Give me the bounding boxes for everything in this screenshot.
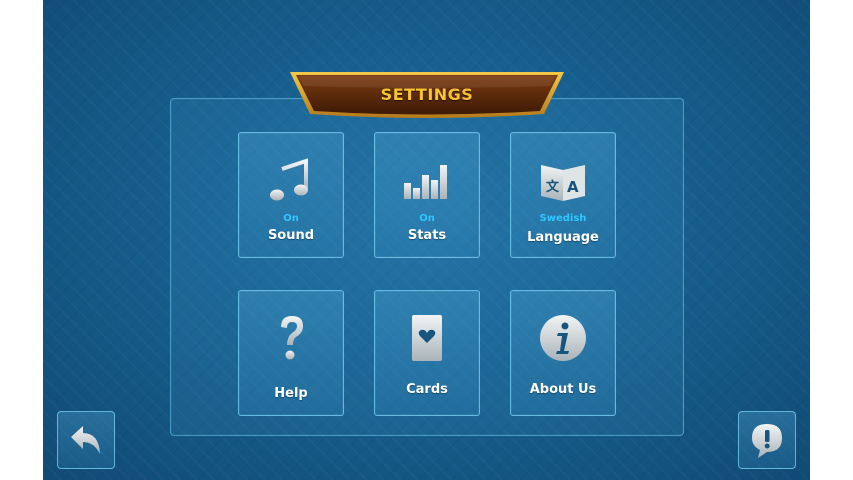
sound-label: Sound (267, 228, 315, 243)
help-tile[interactable]: Help (238, 290, 344, 416)
about-us-tile[interactable]: About Us (510, 290, 616, 416)
card-heart-icon (412, 315, 442, 361)
language-tile[interactable]: 文 A Swedish Language (510, 132, 616, 258)
game-screen: SETTINGS On Sound On Stats 文 A Swedish L… (43, 0, 810, 480)
feedback-button[interactable] (738, 411, 796, 469)
question-mark-icon (281, 316, 303, 360)
title-banner: SETTINGS (288, 70, 566, 120)
feedback-bubble-icon (752, 424, 782, 458)
sound-tile[interactable]: On Sound (238, 132, 344, 258)
stats-status: On (419, 213, 435, 224)
language-label: Language (527, 230, 599, 245)
language-status: Swedish (539, 213, 587, 224)
bar-chart-icon (404, 165, 447, 199)
back-button[interactable] (57, 411, 115, 469)
language-icon: 文 A (541, 165, 585, 201)
back-arrow-icon (71, 426, 100, 454)
cards-label: Cards (406, 382, 448, 397)
stats-tile[interactable]: On Stats (374, 132, 480, 258)
help-label: Help (274, 386, 308, 401)
info-icon (540, 315, 586, 361)
svg-text:文: 文 (546, 179, 560, 195)
stats-label: Stats (407, 228, 447, 243)
sound-status: On (283, 213, 299, 224)
about-us-label: About Us (529, 382, 597, 397)
svg-text:A: A (567, 178, 579, 196)
page-title: SETTINGS (380, 85, 474, 104)
cards-tile[interactable]: Cards (374, 290, 480, 416)
music-note-icon (270, 158, 308, 201)
